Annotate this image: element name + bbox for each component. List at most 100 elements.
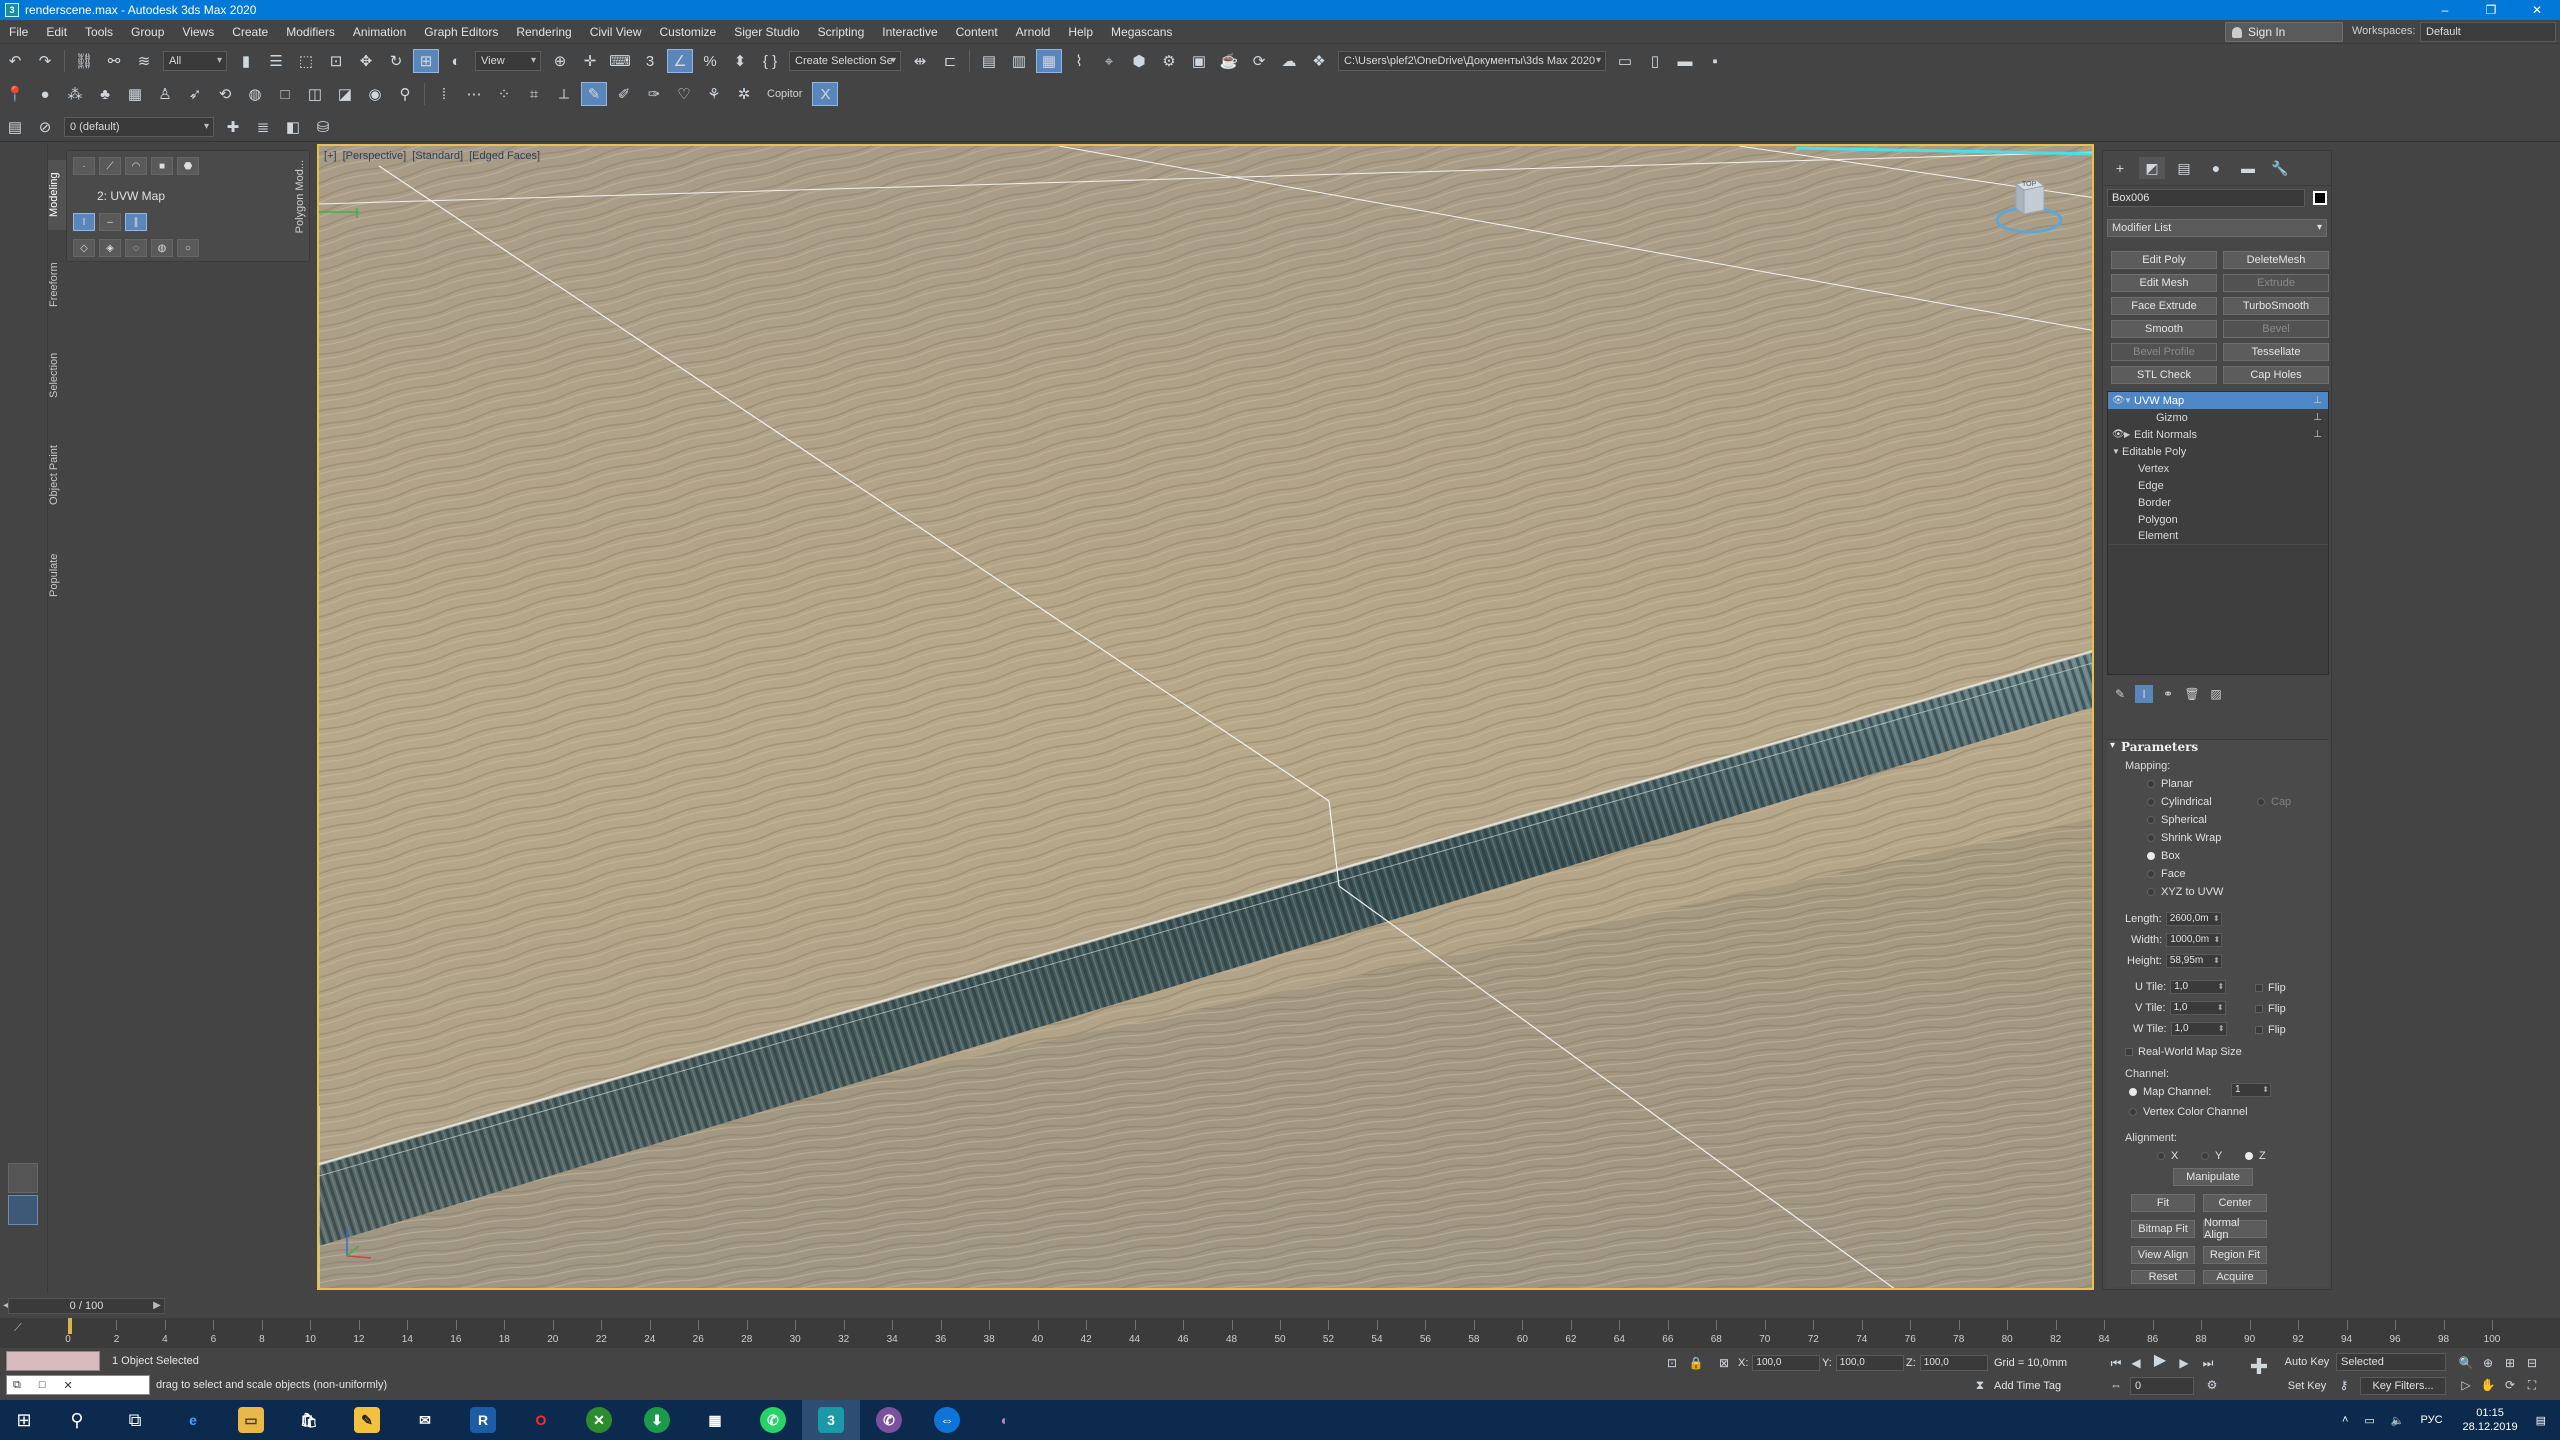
- w-flip-checkbox[interactable]: Flip: [2255, 1024, 2286, 1036]
- width-spinner[interactable]: Width: 1000,0m: [2131, 933, 2223, 947]
- stack-item-border[interactable]: Border: [2108, 494, 2328, 511]
- align-z-radio[interactable]: Z: [2245, 1150, 2266, 1162]
- mapping-box-radio[interactable]: Box: [2147, 850, 2180, 862]
- viber-icon[interactable]: ✆: [860, 1400, 918, 1440]
- remove-modifier-icon[interactable]: 🗑: [2183, 685, 2201, 703]
- time-slider-thumb[interactable]: 0 / 100: [8, 1298, 165, 1314]
- mapping-cylindrical-radio[interactable]: Cylindrical: [2147, 796, 2212, 808]
- map-channel-radio[interactable]: Map Channel:: [2129, 1086, 2212, 1098]
- layer-visibility-icon[interactable]: ⊘: [32, 115, 58, 139]
- angle-snap-icon[interactable]: ∠: [667, 49, 693, 73]
- keyboard-shortcut-icon[interactable]: ⌨: [607, 49, 633, 73]
- ribbon-toggle-icon[interactable]: ▦: [1036, 49, 1062, 73]
- mapping-planar-radio[interactable]: Planar: [2147, 778, 2193, 790]
- reset-button[interactable]: Reset: [2131, 1270, 2195, 1284]
- stack-item-edit-normals[interactable]: 👁 ▶ Edit Normals ⊥: [2108, 426, 2328, 443]
- menu-civil-view[interactable]: Civil View: [581, 25, 651, 39]
- snaps-toggle-icon[interactable]: 3: [637, 49, 663, 73]
- render-production-icon[interactable]: ☕: [1216, 49, 1242, 73]
- key-filters-button[interactable]: Key Filters...: [2360, 1377, 2446, 1395]
- selection-lock-icon[interactable]: 🔒: [1688, 1355, 1704, 1371]
- window-crossing-icon[interactable]: ⊡: [323, 49, 349, 73]
- notifications-icon[interactable]: ▤: [2536, 1414, 2546, 1427]
- v-flip-checkbox[interactable]: Flip: [2255, 1003, 2286, 1015]
- render-cloud-icon[interactable]: ☁: [1276, 49, 1302, 73]
- stack-item-uvw-map[interactable]: 👁 ▼ UVW Map ⊥: [2108, 392, 2328, 409]
- select-manipulate-icon[interactable]: ✛: [577, 49, 603, 73]
- track-bar[interactable]: ⟋ 0 2 4 6 8 10 12 14 16 18 20 22 24 26 28 30 32 34 36 38 40 4…: [0, 1318, 2560, 1348]
- tab-freeform[interactable]: Freeform: [48, 250, 66, 320]
- modifier-list-select[interactable]: Modifier List: [2107, 219, 2327, 237]
- modifier-button-edit-poly[interactable]: Edit Poly: [2111, 251, 2217, 269]
- layer-stack-icon[interactable]: ≣: [250, 115, 276, 139]
- vertex-mode-icon[interactable]: ·: [73, 157, 95, 175]
- modifier-button-bevel-profile[interactable]: Bevel Profile: [2111, 343, 2217, 361]
- add-to-layer-icon[interactable]: ✚: [220, 115, 246, 139]
- current-frame-field[interactable]: 0: [2130, 1377, 2194, 1395]
- modifier-button-stl-check[interactable]: STL Check: [2111, 366, 2217, 384]
- maxscript-listener-field[interactable]: [6, 1351, 100, 1371]
- clock[interactable]: 01:15 28.12.2019: [2463, 1406, 2518, 1434]
- project-path-select[interactable]: C:\Users\plef2\OneDrive\Документы\3ds Ma…: [1338, 51, 1606, 71]
- stack-item-gizmo[interactable]: Gizmo ⊥: [2108, 409, 2328, 426]
- tree-icon[interactable]: ♣: [92, 82, 118, 106]
- teamviewer-icon[interactable]: ⇔: [918, 1400, 976, 1440]
- render-icon[interactable]: ❖: [1306, 49, 1332, 73]
- stack-item-element[interactable]: Element: [2108, 528, 2328, 545]
- show-end-result-icon[interactable]: I: [73, 213, 95, 231]
- preview-sub-icon[interactable]: ◈: [99, 239, 121, 257]
- language-indicator[interactable]: РУС: [2421, 1414, 2443, 1426]
- play-icon[interactable]: ▶: [2152, 1353, 2168, 1369]
- stack-item-vertex[interactable]: Vertex: [2108, 460, 2328, 477]
- display-tab-icon[interactable]: ▬: [2235, 157, 2261, 179]
- extra-option-icon[interactable]: ○: [177, 239, 199, 257]
- reference-coordinate-select[interactable]: View: [475, 51, 541, 71]
- tab-object-paint[interactable]: Object Paint: [48, 430, 66, 520]
- pin-icon[interactable]: 📍: [2, 82, 28, 106]
- maximize-viewport-icon[interactable]: ⛶: [2524, 1377, 2540, 1393]
- scale-icon[interactable]: ⊞: [413, 49, 439, 73]
- pivot-center-icon[interactable]: ⊕: [547, 49, 573, 73]
- u-tile-field[interactable]: 1,0: [2170, 980, 2227, 994]
- scale-figure-icon[interactable]: ♙: [152, 82, 178, 106]
- key-mode-icon[interactable]: ⇔: [2108, 1377, 2124, 1393]
- make-unique-icon[interactable]: ⚭: [2159, 685, 2177, 703]
- parameters-title[interactable]: Parameters: [2107, 740, 2329, 758]
- time-config-icon[interactable]: ⚙: [2204, 1377, 2220, 1393]
- modifier-button-extrude[interactable]: Extrude: [2223, 274, 2329, 292]
- viewport-display-mode[interactable]: [Edged Faces]: [469, 150, 540, 162]
- search-icon[interactable]: ⚲: [48, 1400, 106, 1440]
- menu-customize[interactable]: Customize: [651, 25, 726, 39]
- corona-icon[interactable]: ◐: [976, 1400, 1034, 1440]
- menu-rendering[interactable]: Rendering: [507, 25, 580, 39]
- zoom-extents-all-icon[interactable]: ⊟: [2524, 1355, 2540, 1371]
- key-icon[interactable]: ⚷: [2336, 1377, 2352, 1393]
- length-field[interactable]: 2600,0m: [2165, 912, 2222, 926]
- curve-editor-icon[interactable]: ⌇: [1066, 49, 1092, 73]
- acquire-button[interactable]: Acquire: [2203, 1270, 2267, 1284]
- rect-selection-icon[interactable]: ⬚: [293, 49, 319, 73]
- revit-icon[interactable]: R: [454, 1400, 512, 1440]
- mirror-icon[interactable]: ⇹: [907, 49, 933, 73]
- task-view-icon[interactable]: ⧉: [106, 1400, 164, 1440]
- z-field[interactable]: 100,0: [1919, 1355, 1988, 1371]
- previous-frame-icon[interactable]: ◀: [2128, 1355, 2144, 1371]
- u-flip-checkbox[interactable]: Flip: [2255, 982, 2286, 994]
- current-layer-select[interactable]: 0 (default): [64, 116, 214, 137]
- align-grid-icon[interactable]: ⁞: [431, 82, 457, 106]
- 3ds-max-taskbar-icon[interactable]: 3: [802, 1400, 860, 1440]
- move-icon[interactable]: ✥: [353, 49, 379, 73]
- v-tile-field[interactable]: 1,0: [2169, 1001, 2226, 1015]
- menu-animation[interactable]: Animation: [344, 25, 415, 39]
- border-mode-icon[interactable]: ◠: [125, 157, 147, 175]
- opera-icon[interactable]: O: [512, 1400, 570, 1440]
- select-by-name-icon[interactable]: ☰: [263, 49, 289, 73]
- workspace-select[interactable]: Default: [2420, 22, 2556, 42]
- volume-icon[interactable]: 🔈: [2391, 1414, 2405, 1427]
- paint-icon[interactable]: ✎: [581, 82, 607, 106]
- polygon-mode-icon[interactable]: ■: [151, 157, 173, 175]
- xform-icon[interactable]: X: [812, 82, 839, 106]
- eye-icon[interactable]: 👁: [2112, 395, 2125, 406]
- network-icon[interactable]: ▭: [2364, 1414, 2374, 1427]
- menu-modifiers[interactable]: Modifiers: [277, 25, 344, 39]
